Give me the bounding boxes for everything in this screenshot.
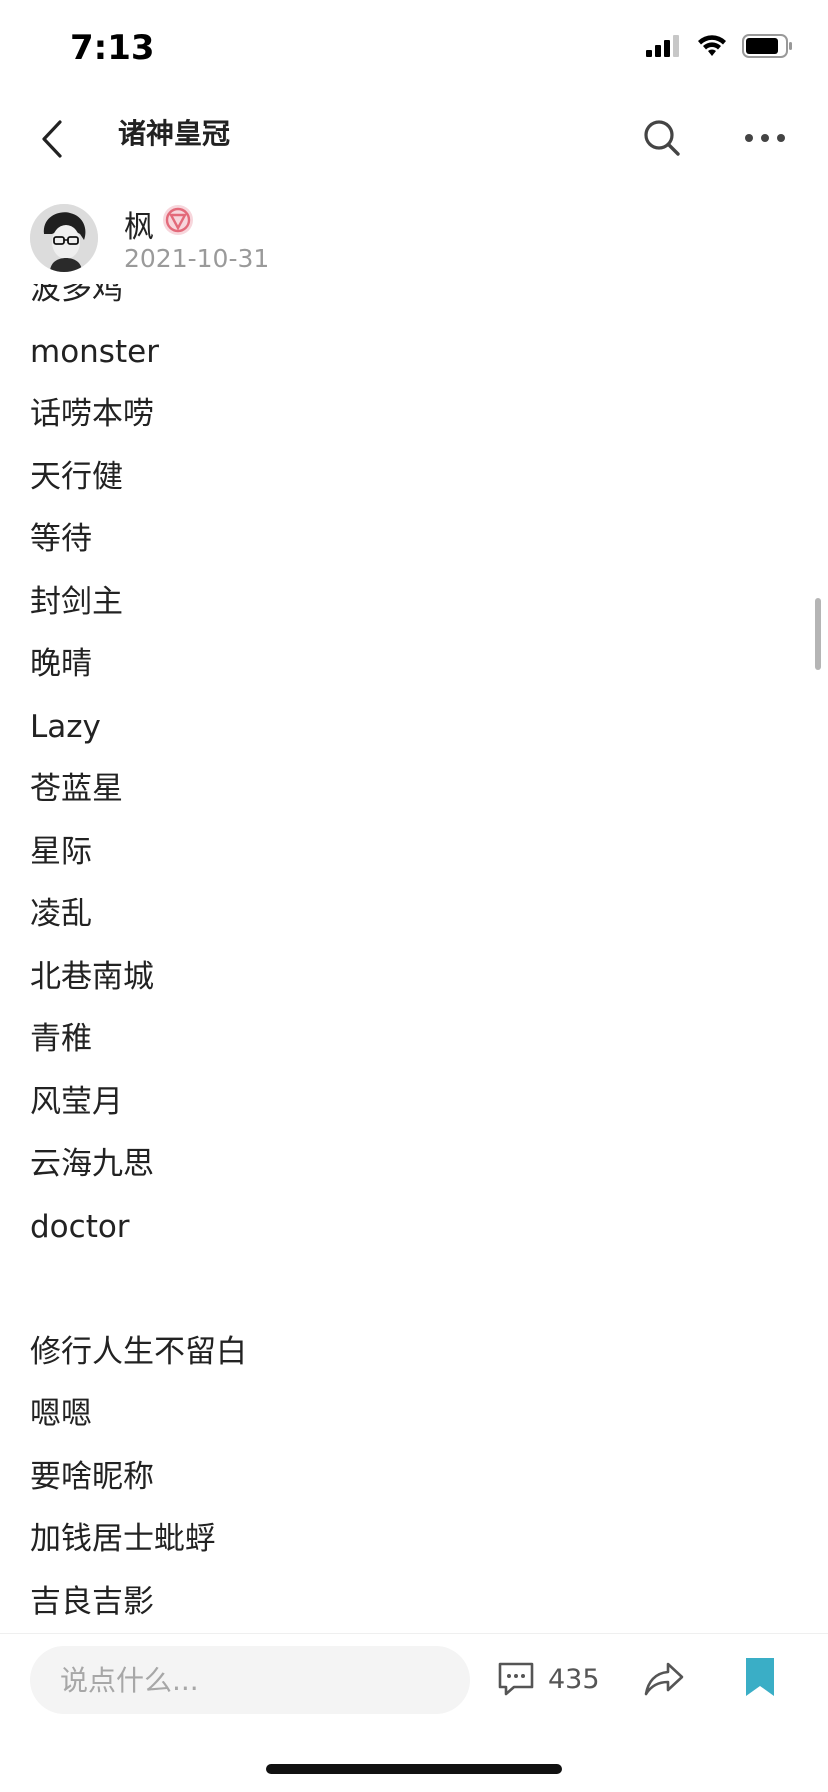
- author-header: 枫 2021-10-31: [0, 182, 828, 284]
- battery-icon: [742, 34, 792, 58]
- content-line: 吉良吉影: [30, 1583, 154, 1620]
- content-line: 加钱居士蚍蜉: [30, 1521, 216, 1557]
- content-line: 波多鸡: [30, 284, 123, 307]
- search-button[interactable]: [640, 116, 684, 160]
- comment-button[interactable]: 435: [496, 1660, 600, 1698]
- avatar[interactable]: [30, 204, 98, 272]
- content-line: 要啥昵称: [30, 1458, 154, 1495]
- share-icon: [644, 1662, 684, 1696]
- scrollbar[interactable]: [815, 598, 821, 670]
- content-line: 苍蓝星: [30, 771, 123, 807]
- more-button[interactable]: [740, 116, 790, 160]
- comment-input[interactable]: [30, 1646, 470, 1714]
- comment-count: 435: [548, 1663, 600, 1695]
- content-line: doctor: [30, 1208, 130, 1245]
- status-bar: 7:13: [0, 0, 828, 96]
- share-button[interactable]: [642, 1656, 686, 1700]
- bookmark-icon: [746, 1658, 774, 1696]
- search-icon: [644, 120, 680, 156]
- content-line: 修行人生不留白: [30, 1333, 247, 1370]
- content-line: 青稚: [30, 1021, 92, 1057]
- comment-icon: [498, 1662, 534, 1696]
- content-line: Lazy: [30, 708, 101, 745]
- avatar-portrait-icon: [30, 204, 98, 272]
- content-line: 风莹月: [30, 1083, 123, 1120]
- content-line: 封剑主: [30, 583, 123, 620]
- bookmark-button[interactable]: [744, 1656, 776, 1698]
- content-line: 话唠本唠: [30, 396, 154, 432]
- bottom-bar: 435: [0, 1633, 828, 1734]
- page-title: 诸神皇冠: [118, 117, 231, 150]
- more-icon: [745, 134, 785, 142]
- level-badge-icon: [163, 205, 193, 235]
- content-line: 云海九思: [30, 1146, 154, 1182]
- content-line: 北巷南城: [30, 958, 154, 995]
- status-time: 7:13: [70, 28, 155, 68]
- content-line: 天行健: [30, 458, 123, 495]
- content-line: monster: [30, 333, 159, 370]
- post-date: 2021-10-31: [124, 244, 270, 273]
- signal-icon: [646, 35, 679, 57]
- content-line: 晚晴: [30, 646, 92, 682]
- content-line: 凌乱: [30, 896, 92, 932]
- wifi-icon: [698, 35, 726, 56]
- post-content: 波多鸡 monster 话唠本唠天行健等待封剑主晚晴 Lazy 苍蓝星星际凌乱北巷南城青…: [0, 284, 828, 1634]
- back-button[interactable]: [34, 116, 74, 162]
- nav-bar: 诸神皇冠: [0, 96, 828, 183]
- back-icon: [42, 120, 62, 158]
- home-indicator[interactable]: [266, 1764, 562, 1774]
- status-icons: [646, 34, 794, 58]
- content-line: 星际: [30, 833, 92, 870]
- content-line: 嗯嗯: [30, 1396, 92, 1432]
- author-name[interactable]: 枫: [124, 202, 154, 246]
- content-line: 等待: [30, 521, 92, 557]
